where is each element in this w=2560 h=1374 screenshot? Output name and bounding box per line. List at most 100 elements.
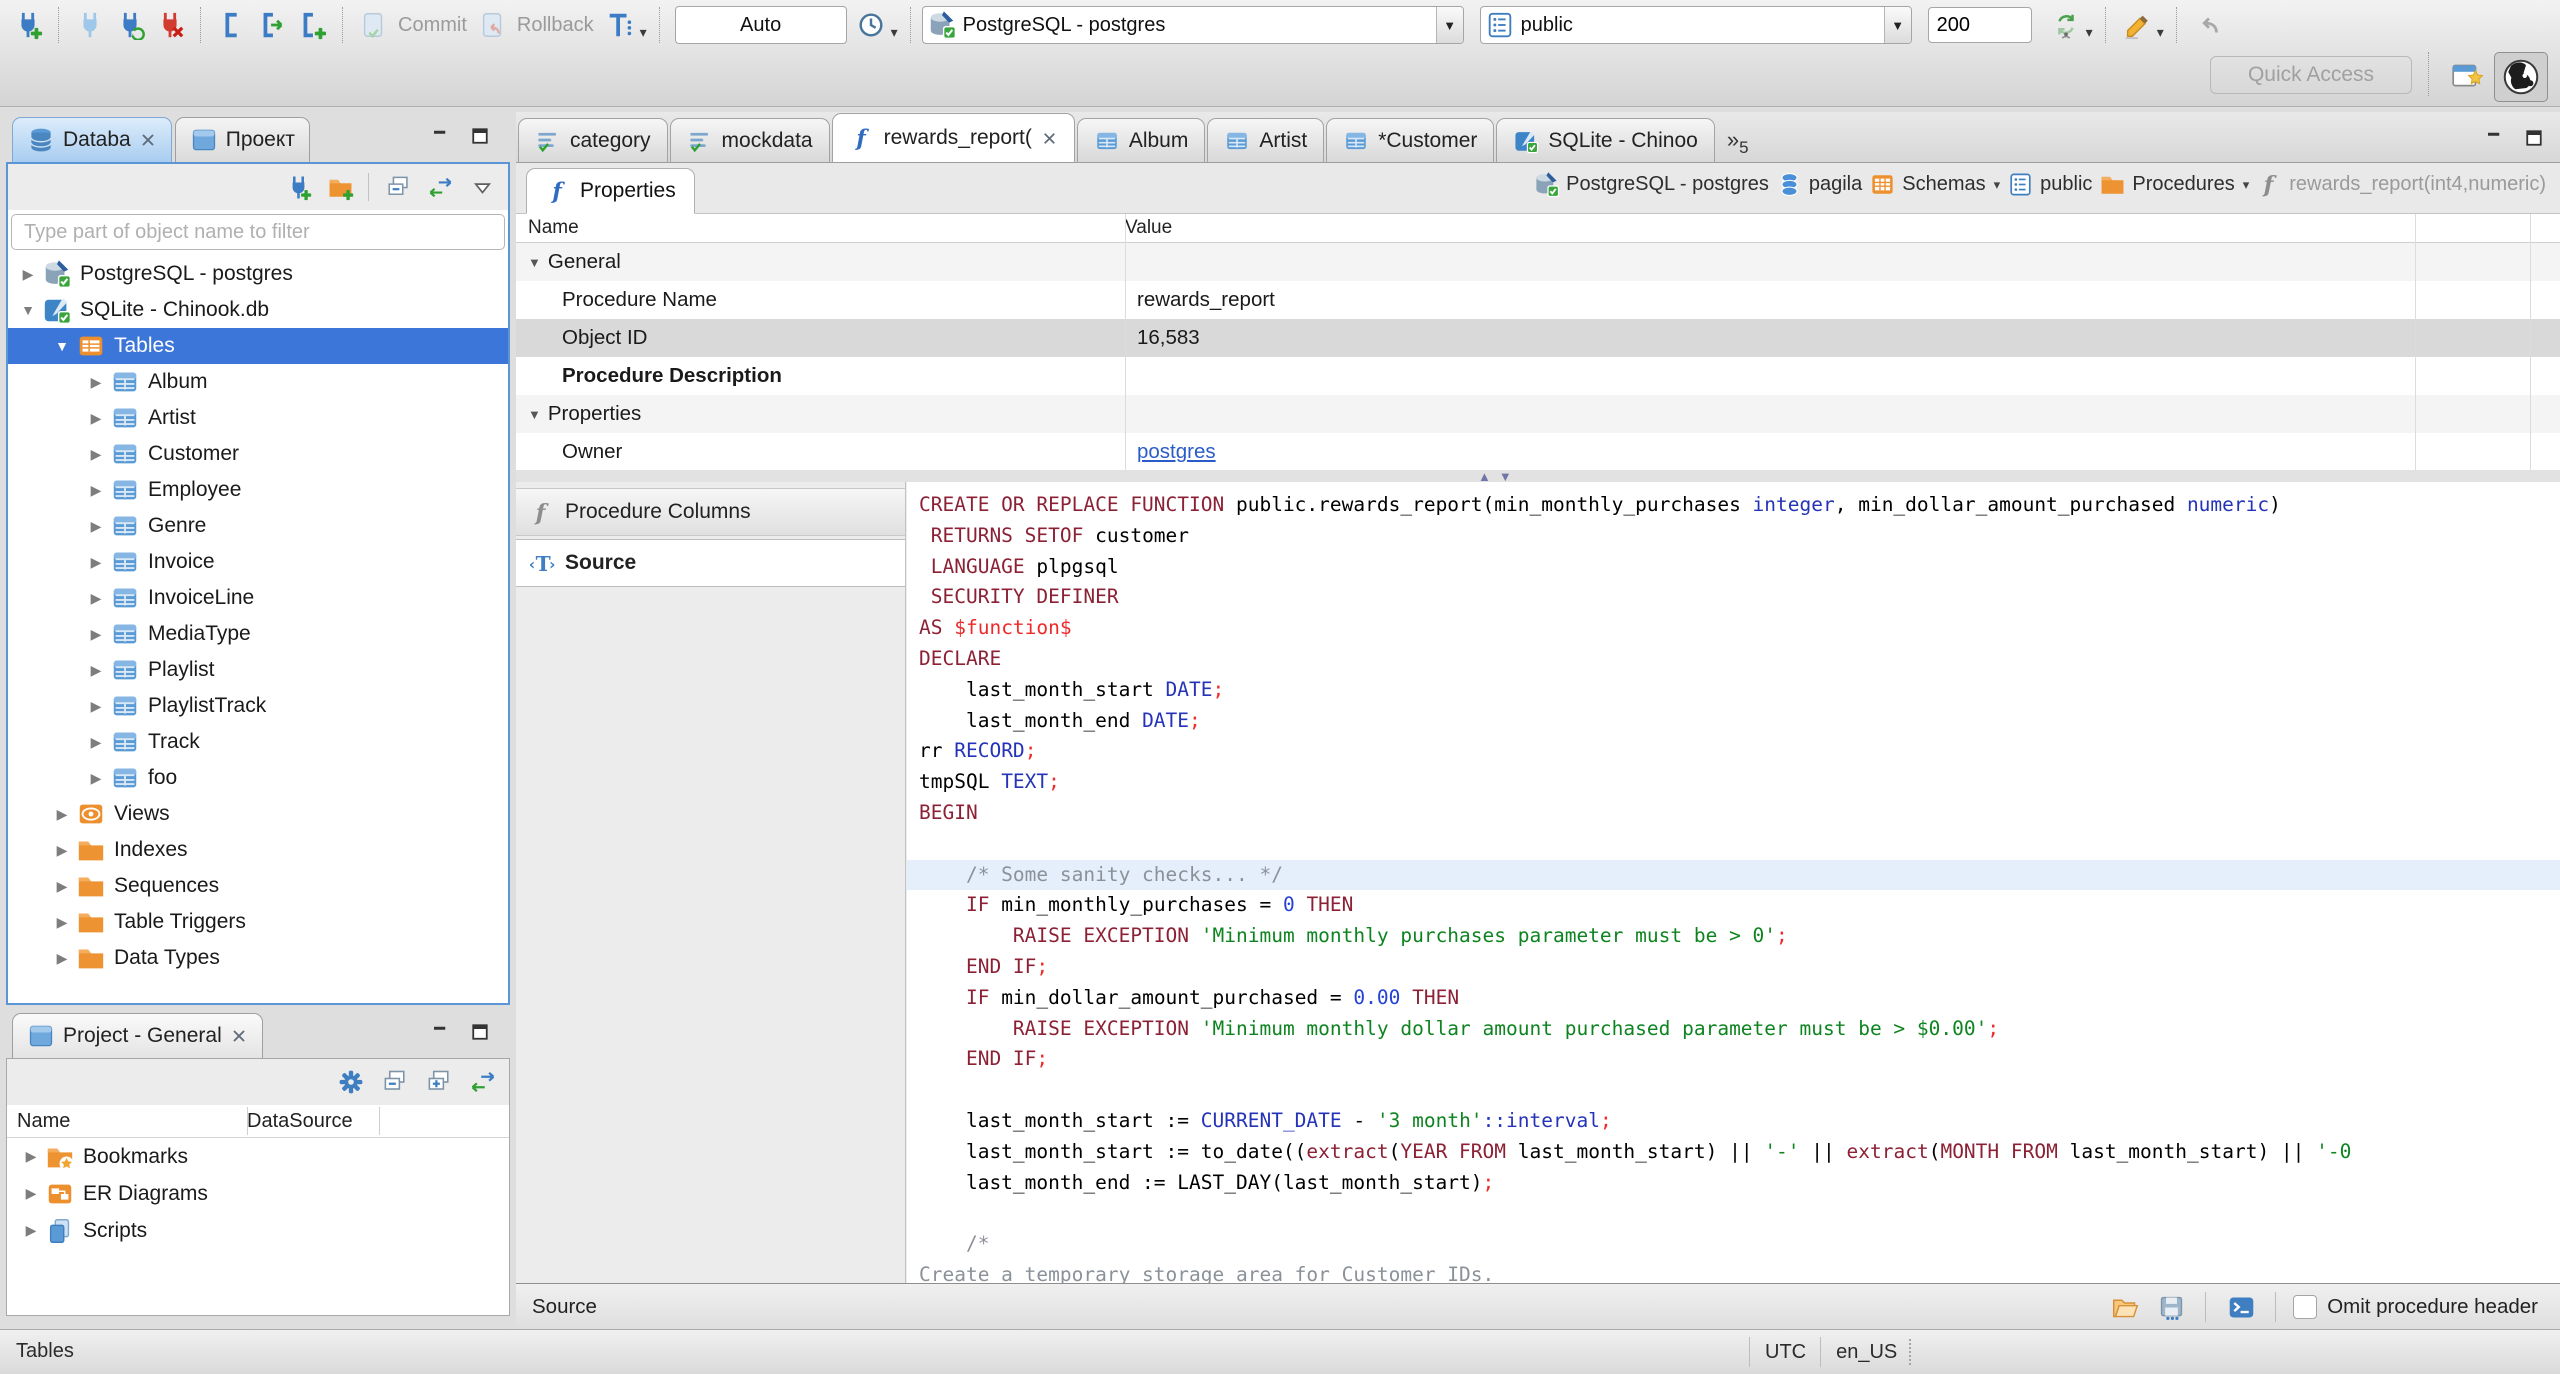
highlight-button[interactable]: [2117, 5, 2157, 45]
transaction-log-button[interactable]: [600, 5, 640, 45]
active-connection-select[interactable]: PostgreSQL - postgres ▼: [921, 6, 1464, 44]
tree-collapsed-arrow[interactable]: ▶: [19, 1148, 43, 1165]
nav-new-folder-button[interactable]: [322, 169, 358, 205]
editor-tab-category[interactable]: category: [518, 118, 668, 162]
undo-navigation-button[interactable]: [2188, 5, 2228, 45]
project-settings-button[interactable]: [333, 1064, 369, 1100]
property-row-procedure-description[interactable]: Procedure Description: [516, 357, 2560, 395]
refresh-button[interactable]: [2046, 5, 2086, 45]
dbeaver-perspective-button[interactable]: [2494, 52, 2548, 102]
tree-expanded-arrow[interactable]: ▼: [16, 302, 40, 318]
tree-item-indexes[interactable]: ▶ Indexes: [8, 832, 508, 868]
tree-item-tables[interactable]: ▼ Tables: [8, 328, 508, 364]
chevron-down-icon[interactable]: ▾: [2243, 177, 2250, 193]
tree-collapsed-arrow[interactable]: ▶: [84, 734, 108, 751]
refresh-dropdown-arrow[interactable]: ▾: [2086, 24, 2093, 41]
link-with-editor-button[interactable]: [422, 169, 458, 205]
editor-tab-album[interactable]: Album: [1076, 118, 1206, 162]
group-expand-arrow[interactable]: ▼: [528, 407, 541, 422]
code-line[interactable]: CREATE OR REPLACE FUNCTION public.reward…: [919, 490, 2560, 521]
close-icon[interactable]: [1041, 130, 1058, 147]
tab-database-navigator[interactable]: Databa: [12, 117, 172, 162]
tree-collapsed-arrow[interactable]: ▶: [84, 626, 108, 643]
tree-item-customer[interactable]: ▶ Customer: [8, 436, 508, 472]
code-line[interactable]: RAISE EXCEPTION 'Minimum monthly dollar …: [919, 1014, 2560, 1045]
view-menu-button[interactable]: [464, 169, 500, 205]
breadcrumb-item-postgresql-postgres[interactable]: PostgreSQL - postgres: [1533, 171, 1769, 198]
code-line[interactable]: Create a temporary storage area for Cust…: [919, 1260, 2560, 1284]
code-line[interactable]: last_month_start DATE;: [919, 675, 2560, 706]
code-line[interactable]: [919, 1198, 2560, 1229]
new-connection-button[interactable]: [8, 5, 48, 45]
tree-collapsed-arrow[interactable]: ▶: [19, 1185, 43, 1202]
grid-column-name[interactable]: Name: [516, 217, 1125, 239]
object-filter-input[interactable]: [11, 214, 505, 250]
column-header-datasource[interactable]: DataSource: [247, 1110, 353, 1133]
code-line[interactable]: RETURNS SETOF customer: [919, 521, 2560, 552]
tree-item-employee[interactable]: ▶ Employee: [8, 472, 508, 508]
schema-dropdown-arrow[interactable]: ▼: [1883, 7, 1911, 43]
hidden-tabs-indicator[interactable]: »5: [1727, 129, 1749, 157]
tab-project-general[interactable]: Project - General: [12, 1013, 263, 1058]
code-line[interactable]: IF min_monthly_purchases = 0 THEN: [919, 890, 2560, 921]
tree-collapsed-arrow[interactable]: ▶: [50, 842, 74, 859]
tree-collapsed-arrow[interactable]: ▶: [50, 806, 74, 823]
tree-collapsed-arrow[interactable]: ▶: [84, 482, 108, 499]
tree-item-foo[interactable]: ▶ foo: [8, 760, 508, 796]
save-source-button[interactable]: [2153, 1289, 2189, 1325]
code-line[interactable]: IF min_dollar_amount_purchased = 0.00 TH…: [919, 983, 2560, 1014]
tree-item-playlisttrack[interactable]: ▶ PlaylistTrack: [8, 688, 508, 724]
editor-tab-artist[interactable]: Artist: [1207, 118, 1325, 162]
tree-item-artist[interactable]: ▶ Artist: [8, 400, 508, 436]
property-row-general[interactable]: ▼ General: [516, 243, 2560, 281]
transaction-new-button[interactable]: [292, 5, 332, 45]
project-item-er-diagrams[interactable]: ▶ ER Diagrams: [7, 1175, 509, 1212]
code-line[interactable]: RAISE EXCEPTION 'Minimum monthly purchas…: [919, 921, 2560, 952]
tree-collapsed-arrow[interactable]: ▶: [84, 554, 108, 571]
transaction-commit-mode-button[interactable]: [252, 5, 292, 45]
commit-button-label[interactable]: Commit: [398, 14, 467, 37]
breadcrumb-item-public[interactable]: public: [2007, 171, 2092, 198]
column-header-name[interactable]: Name: [7, 1110, 247, 1133]
project-item-scripts[interactable]: ▶ Scripts: [7, 1212, 509, 1249]
tree-item-postgresql-postgres[interactable]: ▶ PostgreSQL - postgres: [8, 256, 508, 292]
editor-tab-rewards-report[interactable]: f rewards_report(: [831, 113, 1075, 162]
tab-projects[interactable]: Проект: [174, 117, 310, 162]
maximize-icon[interactable]: [468, 1020, 492, 1044]
code-line[interactable]: last_month_start := to_date((extract(YEA…: [919, 1137, 2560, 1168]
column-divider[interactable]: [247, 1107, 248, 1135]
property-row-procedure-name[interactable]: Procedure Name rewards_report: [516, 281, 2560, 319]
tree-item-sqlite-chinook-db[interactable]: ▼ SQLite - Chinook.db: [8, 292, 508, 328]
code-line[interactable]: last_month_end DATE;: [919, 706, 2560, 737]
connection-dropdown-arrow[interactable]: ▼: [1435, 7, 1463, 43]
property-row-owner[interactable]: Owner postgres: [516, 433, 2560, 470]
collapse-all-button[interactable]: [380, 169, 416, 205]
tree-item-genre[interactable]: ▶ Genre: [8, 508, 508, 544]
code-line[interactable]: DECLARE: [919, 644, 2560, 675]
property-row-properties[interactable]: ▼ Properties: [516, 395, 2560, 433]
status-locale[interactable]: en_US: [1836, 1341, 1897, 1364]
tree-item-playlist[interactable]: ▶ Playlist: [8, 652, 508, 688]
breadcrumb-item-rewards-report-int4-numeric[interactable]: f rewards_report(int4,numeric): [2256, 171, 2546, 198]
tree-collapsed-arrow[interactable]: ▶: [84, 770, 108, 787]
commit-mode-select[interactable]: Auto: [674, 6, 847, 44]
column-divider[interactable]: [2530, 214, 2531, 470]
rollback-button[interactable]: [473, 5, 513, 45]
tree-collapsed-arrow[interactable]: ▶: [50, 878, 74, 895]
tree-collapsed-arrow[interactable]: ▶: [19, 1222, 43, 1239]
code-line[interactable]: /* Some sanity checks... */: [907, 859, 2560, 891]
code-line[interactable]: last_month_start := CURRENT_DATE - '3 mo…: [919, 1106, 2560, 1137]
minimize-icon[interactable]: [428, 1020, 452, 1044]
code-line[interactable]: last_month_end := LAST_DAY(last_month_st…: [919, 1168, 2560, 1199]
code-line[interactable]: [919, 829, 2560, 860]
disconnect-button[interactable]: [70, 5, 110, 45]
transaction-mode-button[interactable]: [212, 5, 252, 45]
tree-collapsed-arrow[interactable]: ▶: [16, 266, 40, 283]
tree-collapsed-arrow[interactable]: ▶: [84, 374, 108, 391]
open-sql-console-button[interactable]: [2223, 1289, 2259, 1325]
status-timezone[interactable]: UTC: [1765, 1341, 1806, 1364]
code-line[interactable]: tmpSQL TEXT;: [919, 767, 2560, 798]
tree-collapsed-arrow[interactable]: ▶: [84, 446, 108, 463]
query-history-button[interactable]: [851, 5, 891, 45]
quick-access-input[interactable]: [2210, 56, 2412, 94]
